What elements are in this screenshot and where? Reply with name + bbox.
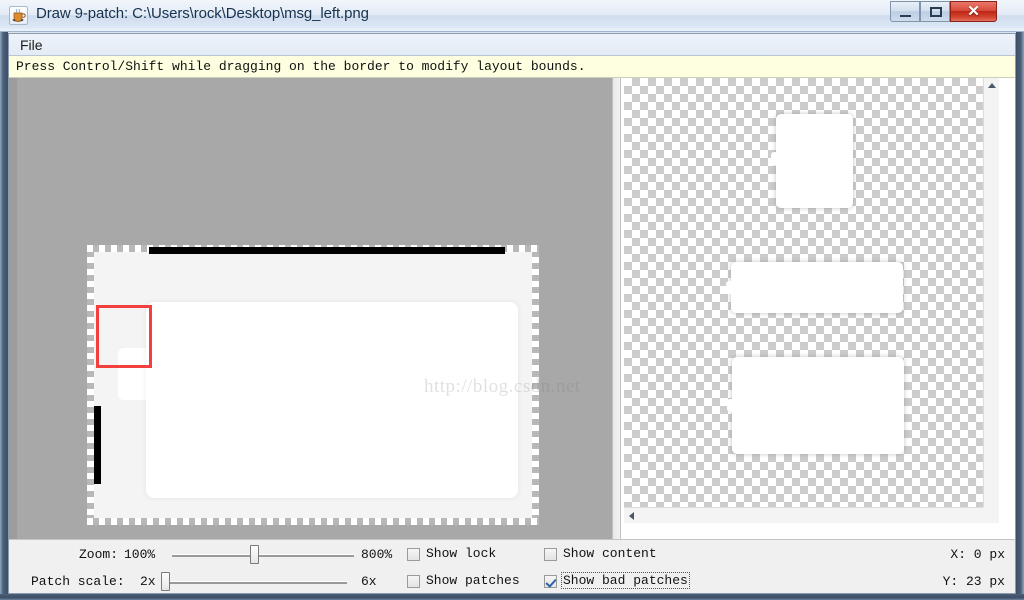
patch-scale-min-label: 2x [140,574,156,589]
coordinate-y-readout: Y: 23 px [942,574,1005,589]
zoom-label: Zoom: [79,547,119,562]
watermark-text: http://blog.csdn.net [424,376,581,397]
minimize-button[interactable] [890,1,920,22]
coordinate-x-readout: X: 0 px [950,547,1005,562]
minimize-icon [900,15,911,17]
preview-canvas[interactable] [624,78,999,518]
client-area: File Press Control/Shift while dragging … [8,33,1016,594]
info-bar-text: Press Control/Shift while dragging on th… [16,59,586,74]
show-lock-checkbox-box[interactable] [407,548,420,561]
stretch-marker-top[interactable] [149,247,505,254]
zoom-max-label: 800% [361,547,393,562]
scrollbar-corner [983,507,999,523]
main-split-area: http://blog.csdn.net [9,78,1015,539]
preview-bubble-large [727,357,904,454]
maximize-button[interactable] [920,1,950,22]
preview-bubble-small [771,114,853,208]
show-content-label: Show content [563,546,657,561]
maximize-icon [930,7,942,17]
show-patches-checkbox-box[interactable] [407,575,420,588]
title-bar[interactable]: Draw 9-patch: C:\Users\rock\Desktop\msg_… [0,0,1024,32]
window-title: Draw 9-patch: C:\Users\rock\Desktop\msg_… [36,5,369,22]
show-bad-patches-label: Show bad patches [561,572,690,589]
close-button[interactable]: ✕ [950,1,997,22]
patch-scale-label: Patch scale: [31,574,125,589]
menu-item-file[interactable]: File [14,36,49,54]
zoom-min-label: 100% [124,547,156,562]
stretch-marker-left[interactable] [94,406,101,484]
split-pane-divider[interactable] [612,78,621,539]
scroll-left-arrow-icon[interactable] [629,512,634,520]
show-patches-label: Show patches [426,573,520,588]
bottom-control-bar: Zoom: 100% 800% Patch scale: 2x 6x Show … [9,539,1015,593]
zoom-slider-track[interactable] [172,554,354,557]
window-frame-right [1016,32,1024,600]
application-window: Draw 9-patch: C:\Users\rock\Desktop\msg_… [0,0,1024,600]
patch-scale-slider-track[interactable] [165,581,347,584]
nine-patch-editor-canvas[interactable]: http://blog.csdn.net [9,78,612,539]
scroll-up-arrow-icon[interactable] [988,83,996,88]
preview-bubble-wide [726,262,903,313]
window-frame-bottom [0,594,1024,600]
show-lock-label: Show lock [426,546,497,561]
bad-patch-indicator [96,305,152,368]
menu-bar: File [9,34,1015,56]
preview-horizontal-scrollbar[interactable] [624,507,999,523]
close-icon: ✕ [967,3,980,20]
patch-scale-slider-thumb[interactable] [161,572,170,591]
patch-scale-max-label: 6x [361,574,377,589]
window-frame-left [0,32,8,600]
bubble-body-shape [146,302,518,498]
java-cup-icon [9,6,28,25]
editor-left-rail [9,78,17,539]
zoom-slider-thumb[interactable] [250,545,259,564]
info-bar: Press Control/Shift while dragging on th… [9,56,1015,78]
show-content-checkbox-box[interactable] [544,548,557,561]
preview-vertical-scrollbar[interactable] [983,78,999,518]
show-bad-patches-checkbox-box[interactable] [544,575,557,588]
preview-right-gutter [999,78,1015,539]
preview-pane [621,78,1015,539]
